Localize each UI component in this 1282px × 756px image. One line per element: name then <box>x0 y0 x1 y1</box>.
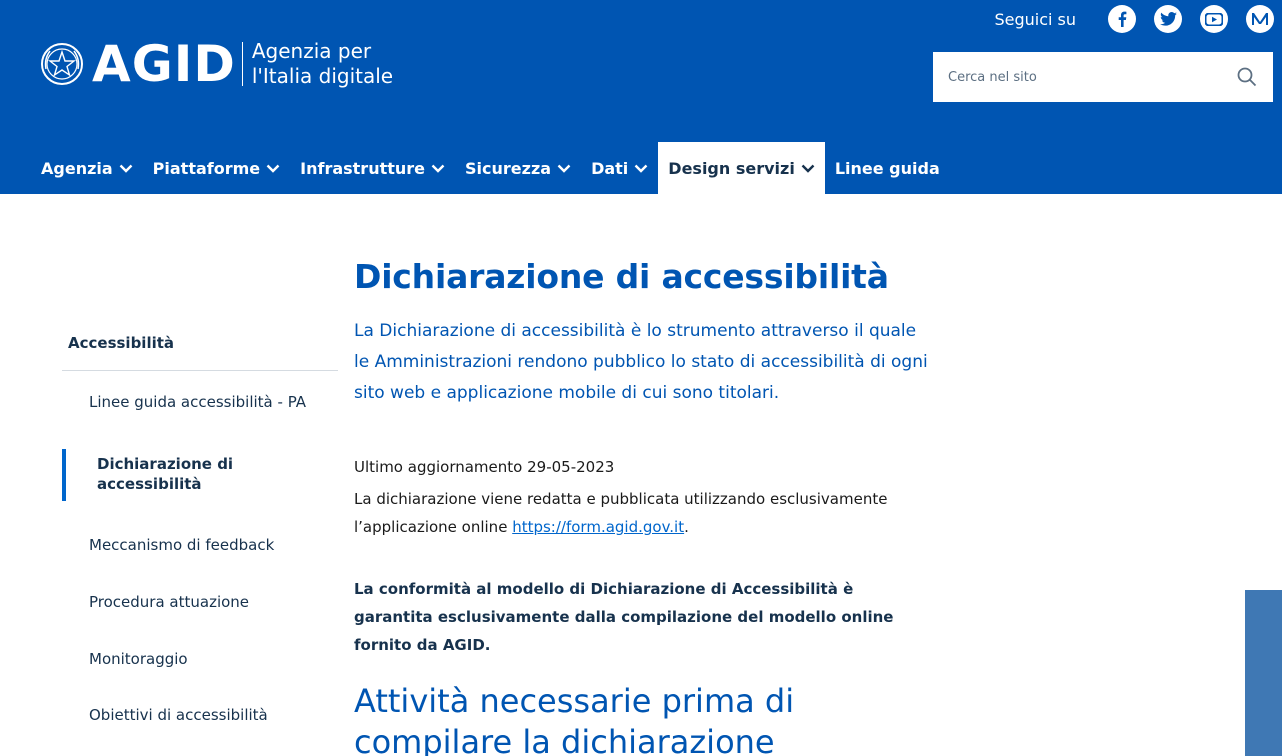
chevron-down-icon <box>119 164 133 173</box>
section-heading: Attività necessarie prima di compilare l… <box>354 682 795 756</box>
last-updated-text: Ultimo aggiornamento 29-05-2023 <box>354 458 615 476</box>
social-label: Seguici su <box>994 9 1076 29</box>
brand-divider <box>241 42 243 86</box>
twitter-icon[interactable] <box>1154 5 1182 33</box>
form-info-suffix: . <box>684 518 689 536</box>
nav-item-linee-guida[interactable]: Linee guida <box>825 142 950 194</box>
nav-item-infrastrutture[interactable]: Infrastrutture <box>290 142 455 194</box>
sidebar-item-monitoraggio[interactable]: Monitoraggio <box>89 650 188 668</box>
agency-name-line1: Agenzia per <box>251 39 372 63</box>
chevron-down-icon <box>266 164 280 173</box>
nav-label: Agenzia <box>41 158 113 178</box>
search-box <box>933 52 1273 102</box>
nav-label: Sicurezza <box>465 158 552 178</box>
floating-side-tab[interactable] <box>1245 590 1282 756</box>
agency-name-line2: l'Italia digitale <box>251 64 394 88</box>
sidebar-item-procedura-attuazione[interactable]: Procedura attuazione <box>89 593 249 611</box>
lead-paragraph: La Dichiarazione di accessibilità è lo s… <box>354 321 928 403</box>
youtube-icon[interactable] <box>1200 5 1228 33</box>
chevron-down-icon <box>634 164 648 173</box>
conformity-note: La conformità al modello di Dichiarazion… <box>354 580 894 654</box>
search-icon[interactable] <box>1235 65 1259 89</box>
form-info-paragraph: La dichiarazione viene redatta e pubblic… <box>354 485 934 541</box>
nav-item-design-servizi[interactable]: Design servizi <box>658 142 825 194</box>
sidebar-title[interactable]: Accessibilità <box>62 320 338 371</box>
chevron-down-icon <box>431 164 445 173</box>
nav-label: Linee guida <box>834 158 940 178</box>
agid-wordmark: AGID <box>92 35 236 93</box>
main-nav: Agenzia Piattaforme Infrastrutture Sicur… <box>31 142 950 194</box>
medium-icon[interactable] <box>1246 5 1274 33</box>
nav-label: Dati <box>591 158 629 178</box>
search-input[interactable] <box>948 69 1235 85</box>
site-header: AGID Agenzia per l'Italia digitale Segui… <box>0 0 1282 194</box>
nav-label: Design servizi <box>668 158 795 178</box>
agency-name: Agenzia per l'Italia digitale <box>252 39 393 89</box>
nav-label: Infrastrutture <box>300 158 426 178</box>
chevron-down-icon <box>801 164 815 173</box>
nav-item-sicurezza[interactable]: Sicurezza <box>455 142 581 194</box>
nav-item-dati[interactable]: Dati <box>581 142 658 194</box>
sidebar-item-linee-guida-accessibilita[interactable]: Linee guida accessibilità - PA <box>89 393 306 411</box>
nav-item-piattaforme[interactable]: Piattaforme <box>143 142 290 194</box>
form-agid-link[interactable]: https://form.agid.gov.it <box>512 518 684 536</box>
italian-republic-emblem-icon <box>41 43 83 85</box>
chevron-down-icon <box>557 164 571 173</box>
social-links: Seguici su <box>994 4 1282 34</box>
sidebar-nav: Accessibilità Linee guida accessibilità … <box>62 320 338 724</box>
facebook-icon[interactable] <box>1108 5 1136 33</box>
nav-item-agenzia[interactable]: Agenzia <box>31 142 143 194</box>
sidebar-item-dichiarazione-accessibilita[interactable]: Dichiarazione di accessibilità <box>62 449 338 501</box>
agid-logo[interactable]: AGID Agenzia per l'Italia digitale <box>40 38 393 90</box>
sidebar-item-meccanismo-feedback[interactable]: Meccanismo di feedback <box>89 536 274 554</box>
main-content: Dichiarazione di accessibilità La Dichia… <box>354 252 934 756</box>
page-title: Dichiarazione di accessibilità <box>354 257 889 296</box>
sidebar-item-obiettivi-accessibilita[interactable]: Obiettivi di accessibilità <box>89 706 268 724</box>
nav-label: Piattaforme <box>152 158 261 178</box>
